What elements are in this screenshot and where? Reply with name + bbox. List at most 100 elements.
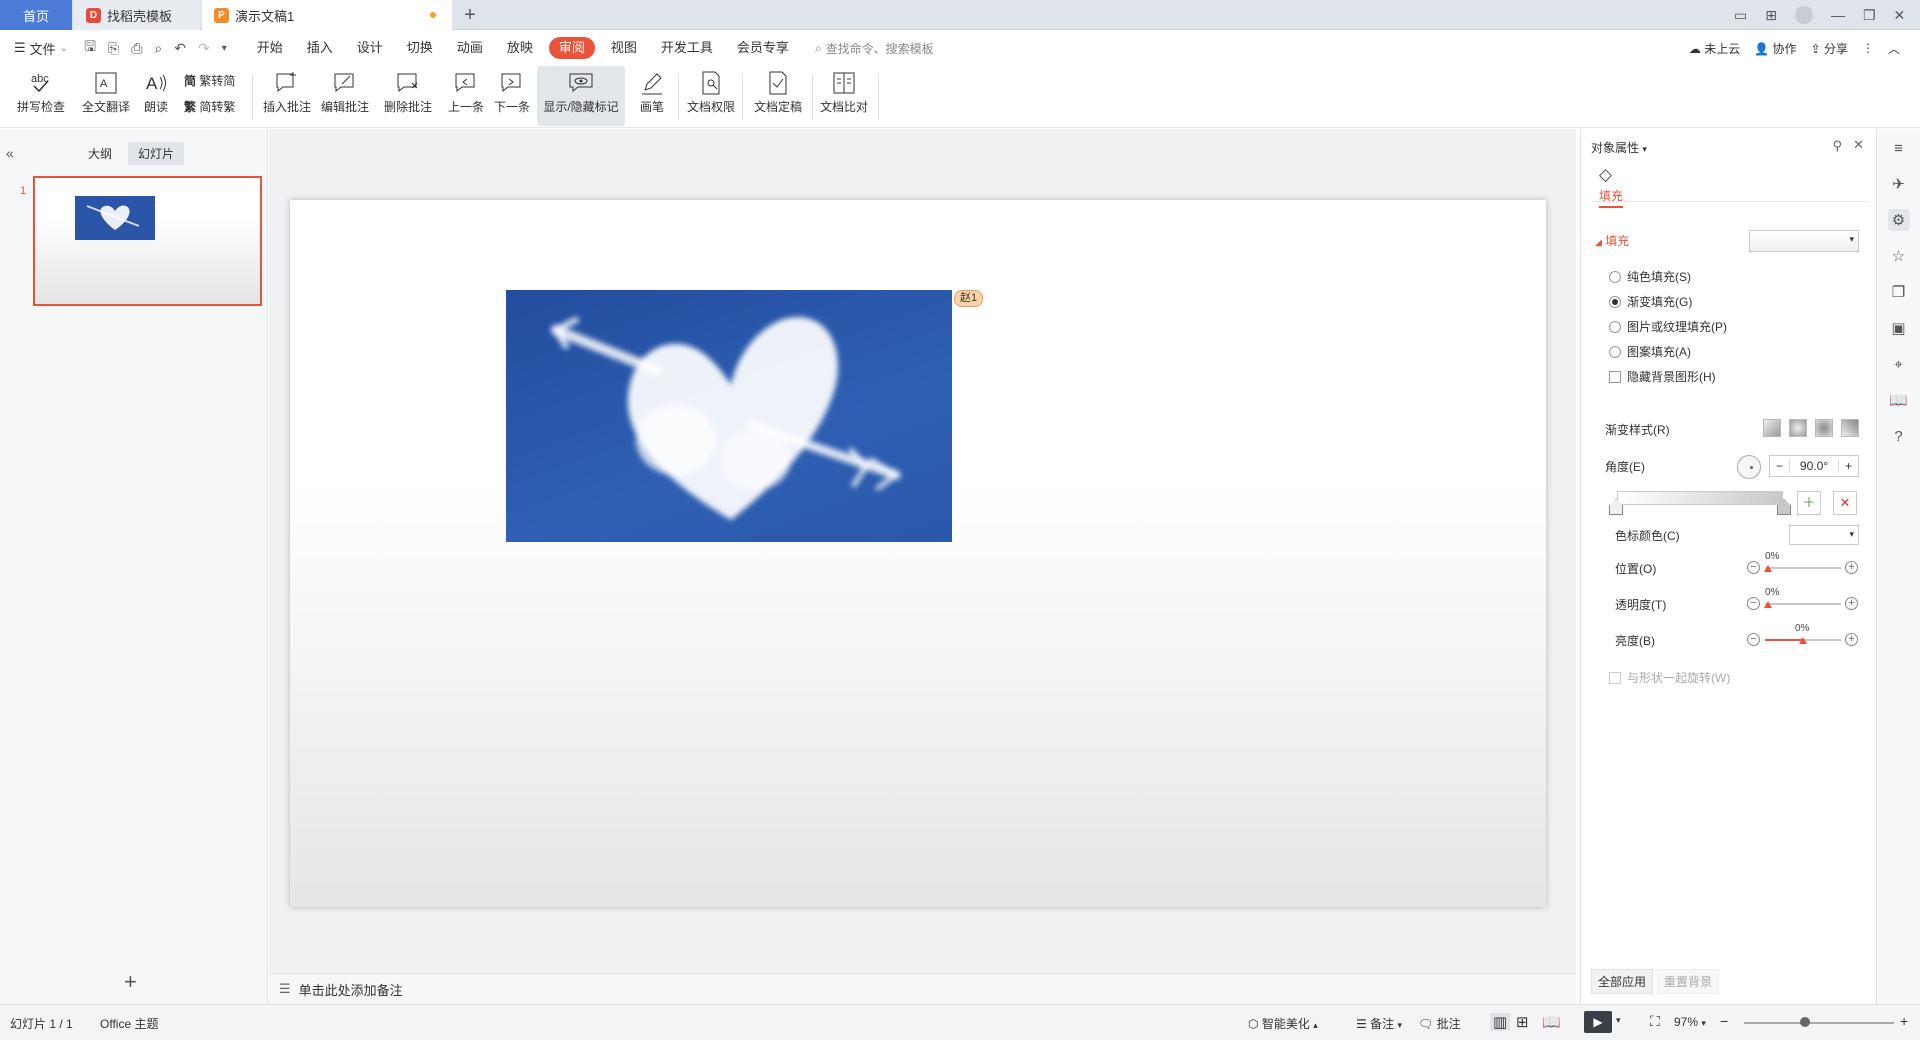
- properties-icon[interactable]: ⚙: [1887, 209, 1910, 231]
- insert-comment-button[interactable]: 插入批注: [258, 66, 316, 126]
- panel-title[interactable]: 对象属性 ▾: [1591, 139, 1647, 156]
- translate-button[interactable]: A 全文翻译: [80, 66, 132, 126]
- finalize-doc-button[interactable]: 文档定稿: [746, 66, 810, 126]
- angle-dial[interactable]: [1737, 455, 1761, 479]
- tab-document[interactable]: P 演示文稿1: [202, 0, 452, 30]
- layout-icon[interactable]: ▭: [1734, 7, 1747, 24]
- shapes-icon[interactable]: ▣: [1888, 317, 1910, 339]
- new-tab-button[interactable]: +: [458, 4, 482, 27]
- angle-stepper[interactable]: − 90.0° +: [1769, 455, 1859, 477]
- hide-bg-checkbox[interactable]: 隐藏背景图形(H): [1609, 368, 1716, 385]
- brightness-decrease-icon[interactable]: −: [1747, 633, 1760, 646]
- t2s-button[interactable]: 简 繁转简: [184, 72, 235, 89]
- read-aloud-button[interactable]: A 朗读: [138, 66, 174, 126]
- menu-insert[interactable]: 插入: [295, 37, 345, 59]
- menu-transition[interactable]: 切换: [395, 37, 445, 59]
- play-slideshow-button[interactable]: ▶: [1584, 1011, 1612, 1033]
- radio-solid-fill[interactable]: 纯色填充(S): [1609, 268, 1691, 285]
- sorter-view-icon[interactable]: ⊞: [1516, 1013, 1529, 1031]
- close-window-icon[interactable]: ✕: [1894, 7, 1906, 24]
- pen-button[interactable]: 画笔: [632, 66, 672, 126]
- cloud-heart-image[interactable]: [506, 290, 952, 542]
- increase-icon[interactable]: +: [1838, 459, 1858, 473]
- normal-view-icon[interactable]: ▥: [1490, 1013, 1511, 1031]
- add-stop-icon[interactable]: ＋: [1797, 491, 1821, 515]
- radio-pattern-fill[interactable]: 图案填充(A): [1609, 343, 1691, 360]
- menu-lines-icon[interactable]: ≡: [1888, 137, 1910, 159]
- menu-review[interactable]: 审阅: [548, 37, 595, 59]
- animation-star-icon[interactable]: ☆: [1888, 245, 1910, 267]
- file-menu[interactable]: ☰ 文件 ⌄: [0, 39, 68, 58]
- collapse-pane-icon[interactable]: «: [6, 145, 14, 161]
- collapse-ribbon-icon[interactable]: ︿: [1888, 40, 1900, 57]
- doc-permission-button[interactable]: 文档权限: [684, 66, 738, 126]
- menu-slideshow[interactable]: 放映: [495, 37, 545, 59]
- smart-beautify-button[interactable]: ⬡ 智能美化 ▴: [1248, 1015, 1318, 1032]
- brightness-increase-icon[interactable]: +: [1845, 633, 1858, 646]
- menu-design[interactable]: 设计: [345, 37, 395, 59]
- notes-area[interactable]: ☰ 单击此处添加备注: [269, 973, 1576, 1004]
- menu-home[interactable]: 开始: [245, 37, 295, 59]
- chevron-down-icon[interactable]: ▾: [1616, 1015, 1621, 1026]
- stop-color-dropdown[interactable]: ▾: [1789, 525, 1859, 545]
- radio-picture-fill[interactable]: 图片或纹理填充(P): [1609, 318, 1727, 335]
- undo-icon[interactable]: ↶: [174, 40, 186, 57]
- compare-doc-button[interactable]: 文档比对: [816, 66, 872, 126]
- slides-copy-icon[interactable]: ❐: [1888, 281, 1910, 303]
- spell-check-button[interactable]: abc 拼写检查: [10, 66, 72, 126]
- position-slider[interactable]: [1765, 567, 1841, 569]
- zoom-out-icon[interactable]: −: [1720, 1013, 1728, 1029]
- s2t-button[interactable]: 繁 简转繁: [184, 98, 235, 115]
- gradient-radial-swatch[interactable]: [1789, 419, 1807, 437]
- menu-animation[interactable]: 动画: [445, 37, 495, 59]
- save-icon[interactable]: 🖫: [84, 36, 96, 60]
- command-search[interactable]: ⌕ 查找命令、搜索模板: [815, 40, 934, 57]
- slide-thumbnail[interactable]: [33, 176, 262, 306]
- edit-comment-button[interactable]: 编辑批注: [318, 66, 372, 126]
- delete-comment-button[interactable]: 删除批注: [376, 66, 440, 126]
- apps-grid-icon[interactable]: ⊞: [1765, 7, 1777, 24]
- collab-button[interactable]: 👤 协作: [1754, 40, 1796, 57]
- close-panel-icon[interactable]: ✕: [1853, 137, 1864, 153]
- more-icon[interactable]: ⋮: [1862, 41, 1874, 55]
- notes-toggle-button[interactable]: ☰ 备注 ▾: [1356, 1015, 1402, 1032]
- brightness-thumb[interactable]: [1799, 637, 1807, 644]
- transparency-decrease-icon[interactable]: −: [1747, 597, 1760, 610]
- location-icon[interactable]: ⌖: [1888, 353, 1910, 375]
- apply-all-button[interactable]: 全部应用: [1591, 969, 1654, 994]
- transparency-thumb[interactable]: [1764, 601, 1772, 608]
- avatar[interactable]: [1794, 6, 1813, 24]
- radio-gradient-fill[interactable]: 渐变填充(G): [1609, 293, 1692, 310]
- reading-view-icon[interactable]: 📖: [1542, 1013, 1561, 1031]
- slide[interactable]: 赵1: [290, 200, 1546, 907]
- add-slide-button[interactable]: +: [124, 969, 137, 995]
- menu-developer[interactable]: 开发工具: [649, 37, 725, 59]
- comment-marker[interactable]: 赵1: [954, 290, 984, 307]
- zoom-level[interactable]: 97% ▾: [1674, 1015, 1706, 1029]
- position-decrease-icon[interactable]: −: [1747, 561, 1760, 574]
- gradient-path-swatch[interactable]: [1841, 419, 1859, 437]
- prev-comment-button[interactable]: 上一条: [444, 66, 488, 126]
- next-comment-button[interactable]: 下一条: [490, 66, 534, 126]
- toggle-marks-button[interactable]: 显示/隐藏标记: [537, 66, 625, 126]
- position-increase-icon[interactable]: +: [1845, 561, 1858, 574]
- share-button[interactable]: ⇪ 分享: [1811, 40, 1848, 57]
- restore-icon[interactable]: ❐: [1863, 7, 1876, 24]
- minimize-icon[interactable]: —: [1831, 7, 1845, 23]
- transparency-slider[interactable]: [1765, 603, 1841, 605]
- print-icon[interactable]: ⎙: [131, 40, 142, 57]
- fill-color-dropdown[interactable]: ▾: [1749, 230, 1859, 252]
- zoom-slider[interactable]: [1744, 1022, 1894, 1024]
- redo-icon[interactable]: ↷: [198, 40, 210, 57]
- position-thumb[interactable]: [1764, 565, 1772, 572]
- pin-icon[interactable]: ⚲: [1832, 138, 1842, 154]
- transparency-increase-icon[interactable]: +: [1845, 597, 1858, 610]
- rocket-icon[interactable]: ✈: [1888, 173, 1910, 195]
- tab-slides[interactable]: 幻灯片: [128, 142, 185, 165]
- fill-section-header[interactable]: ◢ 填充: [1595, 232, 1629, 249]
- export-pdf-icon[interactable]: ⎘: [108, 40, 119, 57]
- theme-name[interactable]: Office 主题: [100, 1015, 158, 1032]
- reset-bg-button[interactable]: 重置背景: [1657, 969, 1720, 994]
- gradient-bar[interactable]: [1617, 491, 1783, 505]
- book-icon[interactable]: 📖: [1888, 389, 1910, 411]
